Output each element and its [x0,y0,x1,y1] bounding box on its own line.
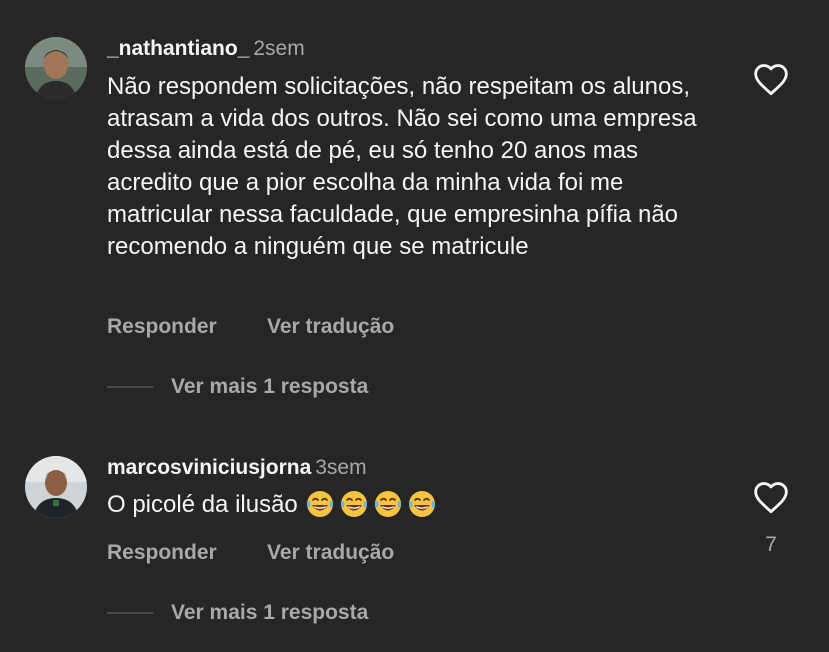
avatar[interactable] [25,456,87,518]
comment-header: _nathantiano_ 2sem [107,36,305,62]
view-more-replies-label[interactable]: Ver mais 1 resposta [171,600,368,626]
laughing-emoji-icon [306,491,333,517]
timestamp: 3sem [315,456,367,479]
comment-header: marcosviniciusjorna 3sem [107,455,367,481]
reply-button[interactable]: Responder [107,541,217,564]
translate-button[interactable]: Ver tradução [267,540,394,566]
heart-outline-icon[interactable] [752,479,790,515]
divider-line [107,612,153,614]
comments-list: _nathantiano_ 2sem Não respondem solicita… [0,0,829,652]
comment-text: Não respondem solicitações, não respeita… [107,73,697,260]
translate-button[interactable]: Ver tradução [267,314,394,340]
heart-outline-icon[interactable] [752,61,790,97]
comment-text: O picolé da ilusão [107,491,298,518]
like-count: 7 [765,533,777,556]
divider-line [107,386,153,388]
comment-actions: Responder Ver tradução [107,314,394,340]
comment-text-row: O picolé da ilusão [107,489,727,528]
timestamp: 2sem [253,37,305,60]
avatar[interactable] [25,37,87,99]
username[interactable]: marcosviniciusjorna [107,456,311,479]
username[interactable]: _nathantiano_ [107,37,249,60]
laughing-emoji-row [304,489,440,528]
comment-actions: Responder Ver tradução [107,540,394,566]
reply-button[interactable]: Responder [107,315,217,338]
view-more-replies-label[interactable]: Ver mais 1 resposta [171,374,368,400]
laughing-emoji-icon [374,491,401,517]
laughing-emoji-icon [408,491,435,517]
laughing-emoji-icon [340,491,367,517]
